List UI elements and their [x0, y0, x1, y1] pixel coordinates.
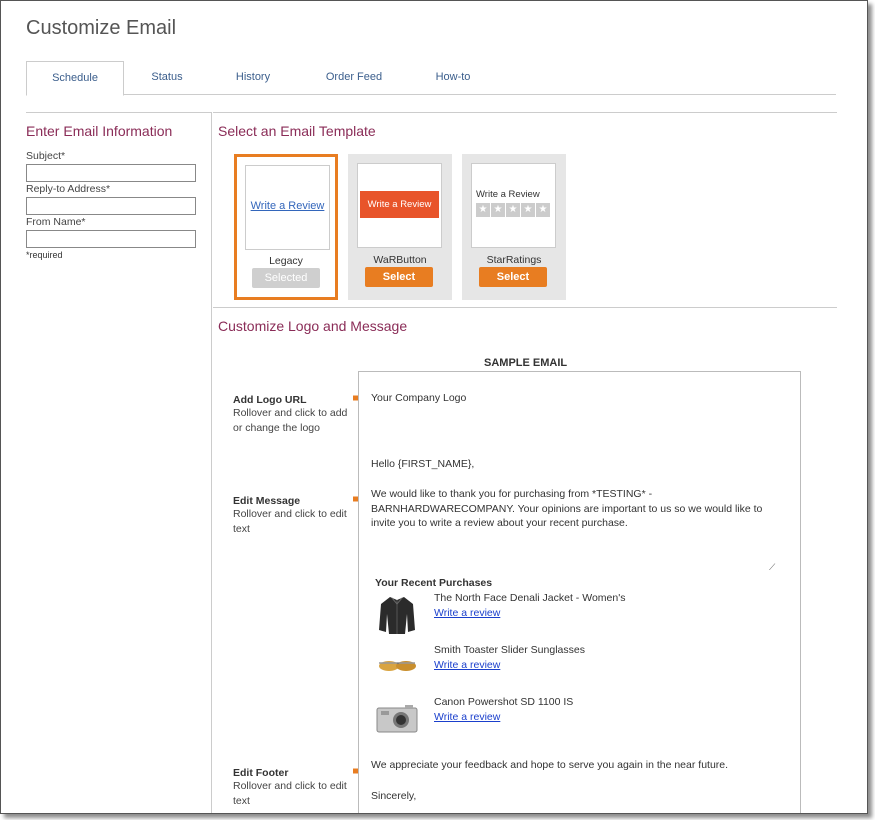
email-footer-editor[interactable]: We appreciate your feedback and hope to …	[371, 758, 791, 773]
template-select-button[interactable]: Select	[365, 267, 433, 287]
sunglasses-icon	[379, 661, 416, 671]
subject-field[interactable]	[26, 164, 196, 182]
template-preview-legacy: Write a Review	[245, 165, 330, 250]
email-message-editor[interactable]: We would like to thank you for purchasin…	[371, 487, 771, 531]
template-card-legacy[interactable]: Write a Review Legacy Selected	[234, 154, 338, 300]
product-name: Canon Powershot SD 1100 IS	[434, 696, 574, 708]
template-heading: Select an Email Template	[218, 123, 376, 139]
template-preview-warbutton: Write a Review	[357, 163, 442, 248]
reply-to-field[interactable]	[26, 197, 196, 215]
tab-how-to[interactable]: How-to	[416, 61, 490, 95]
list-item: Smith Toaster Slider Sunglasses Write a …	[375, 644, 775, 692]
from-name-label: From Name*	[26, 216, 86, 228]
instruction-desc: Rollover and click to edit text	[233, 780, 347, 807]
template-card-warbutton[interactable]: Write a Review WaRButton Select	[348, 154, 452, 300]
preview-write-review-link: Write a Review	[250, 200, 325, 212]
template-selected-button[interactable]: Selected	[252, 268, 320, 288]
main-panel: Select an Email Template Write a Review …	[213, 112, 837, 813]
template-name: Legacy	[269, 255, 303, 267]
instruction-title: Add Logo URL	[233, 394, 307, 406]
sample-email-preview: Your Company Logo Hello {FIRST_NAME}, We…	[358, 371, 801, 813]
instruction-title: Edit Message	[233, 495, 301, 507]
product-name: The North Face Denali Jacket - Women's	[434, 592, 626, 604]
preview-write-review-text: Write a Review	[476, 189, 540, 200]
star-rating-icon: ★ ★ ★ ★ ★	[476, 203, 550, 217]
email-info-panel: Enter Email Information Subject* Reply-t…	[26, 112, 212, 813]
instruction-desc: Rollover and click to add or change the …	[233, 407, 348, 434]
instruction-title: Edit Footer	[233, 767, 289, 779]
email-greeting: Hello {FIRST_NAME},	[371, 458, 475, 470]
template-preview-starratings: Write a Review ★ ★ ★ ★ ★	[471, 163, 556, 248]
customize-email-window: Customize Email Schedule Status History …	[0, 0, 868, 814]
sample-email-label: SAMPLE EMAIL	[484, 357, 568, 369]
resize-grip-icon[interactable]: ⟋	[769, 562, 775, 573]
template-select-button[interactable]: Select	[479, 267, 547, 287]
list-item: The North Face Denali Jacket - Women's W…	[375, 592, 775, 640]
reply-to-label: Reply-to Address*	[26, 183, 111, 195]
tab-order-feed[interactable]: Order Feed	[306, 61, 402, 95]
required-note: *required	[26, 250, 63, 260]
write-review-link[interactable]: Write a review	[434, 659, 500, 671]
template-card-starratings[interactable]: Write a Review ★ ★ ★ ★ ★ StarRatings Select	[462, 154, 566, 300]
tab-schedule[interactable]: Schedule	[26, 61, 124, 96]
template-name: WaRButton	[373, 254, 427, 266]
instruction-footer: Edit Footer Rollover and click to edit t…	[233, 765, 371, 809]
write-review-link[interactable]: Write a review	[434, 607, 500, 619]
recent-purchases-title: Your Recent Purchases	[375, 577, 493, 589]
tab-status[interactable]: Status	[124, 61, 210, 95]
tab-bar: Schedule Status History Order Feed How-t…	[26, 61, 836, 96]
template-name: StarRatings	[486, 254, 542, 266]
subject-label: Subject*	[26, 150, 66, 162]
email-signoff: Sincerely,	[371, 790, 417, 802]
list-item: Canon Powershot SD 1100 IS Write a revie…	[375, 696, 775, 744]
section-divider	[213, 307, 837, 308]
email-info-heading: Enter Email Information	[26, 123, 173, 139]
write-review-link[interactable]: Write a review	[434, 711, 500, 723]
instruction-desc: Rollover and click to edit text	[233, 508, 347, 535]
page-title: Customize Email	[26, 17, 177, 39]
instruction-message: Edit Message Rollover and click to edit …	[233, 493, 371, 537]
customize-heading: Customize Logo and Message	[218, 318, 408, 334]
camera-icon	[376, 705, 418, 733]
product-name: Smith Toaster Slider Sunglasses	[434, 644, 585, 656]
company-logo-area[interactable]: Your Company Logo	[371, 391, 466, 406]
preview-write-review-button: Write a Review	[360, 191, 439, 218]
tab-history[interactable]: History	[210, 61, 296, 95]
from-name-field[interactable]	[26, 230, 196, 248]
jacket-icon	[379, 597, 415, 634]
instruction-logo: Add Logo URL Rollover and click to add o…	[233, 392, 371, 436]
